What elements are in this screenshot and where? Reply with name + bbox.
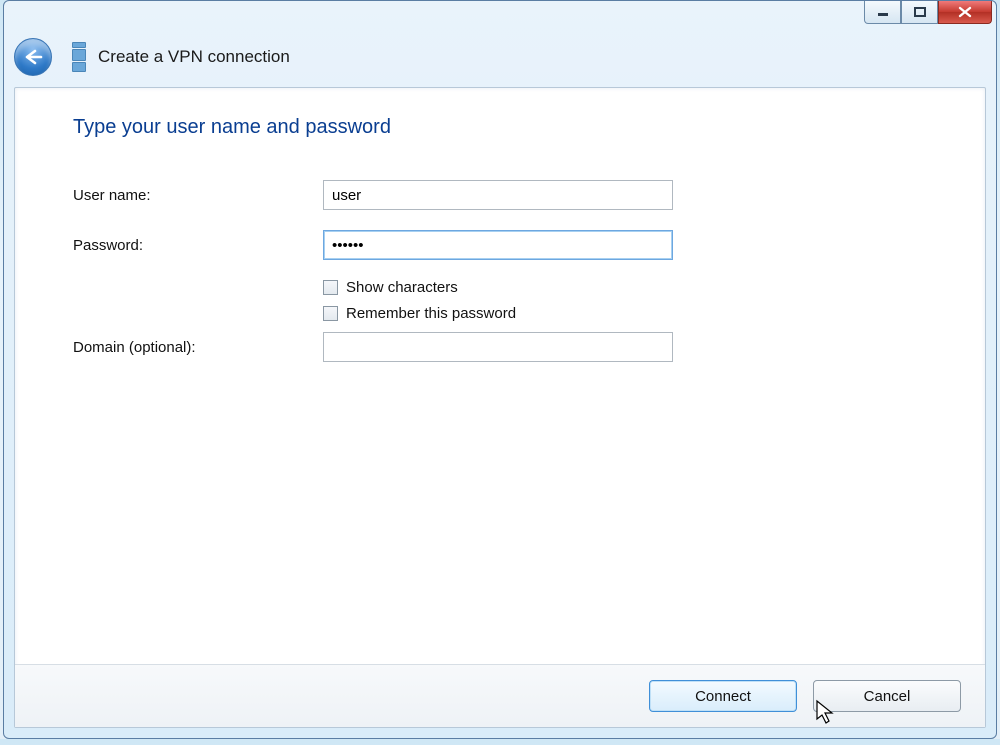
maximize-button[interactable] (901, 1, 938, 24)
close-button[interactable] (938, 1, 992, 24)
connect-button[interactable]: Connect (649, 680, 797, 712)
minimize-icon (877, 7, 889, 17)
password-row: Password: (73, 230, 927, 260)
content-panel: Type your user name and password User na… (14, 87, 986, 728)
wizard-header: Create a VPN connection (14, 35, 986, 79)
back-arrow-icon (23, 49, 43, 65)
window-frame: Create a VPN connection Type your user n… (3, 0, 997, 739)
domain-row: Domain (optional): (73, 332, 927, 362)
title-bar (4, 1, 996, 31)
username-input[interactable] (323, 180, 673, 210)
vpn-wizard-icon (70, 41, 88, 73)
checkbox-icon (323, 306, 338, 321)
credentials-form: User name: Password: Show characters Rem… (73, 180, 927, 382)
remember-password-label: Remember this password (346, 305, 516, 322)
password-input[interactable] (323, 230, 673, 260)
back-button[interactable] (14, 38, 52, 76)
domain-label: Domain (optional): (73, 339, 323, 356)
button-bar: Connect Cancel (15, 664, 985, 727)
show-characters-label: Show characters (346, 279, 458, 296)
close-icon (958, 6, 972, 18)
maximize-icon (914, 7, 926, 17)
password-label: Password: (73, 237, 323, 254)
wizard-title: Create a VPN connection (98, 47, 290, 67)
username-label: User name: (73, 187, 323, 204)
username-row: User name: (73, 180, 927, 210)
page-heading: Type your user name and password (73, 116, 391, 139)
domain-input[interactable] (323, 332, 673, 362)
cancel-button[interactable]: Cancel (813, 680, 961, 712)
checkbox-icon (323, 280, 338, 295)
remember-password-checkbox[interactable]: Remember this password (323, 300, 927, 326)
show-characters-checkbox[interactable]: Show characters (323, 274, 927, 300)
minimize-button[interactable] (864, 1, 901, 24)
options-block: Show characters Remember this password (323, 274, 927, 326)
